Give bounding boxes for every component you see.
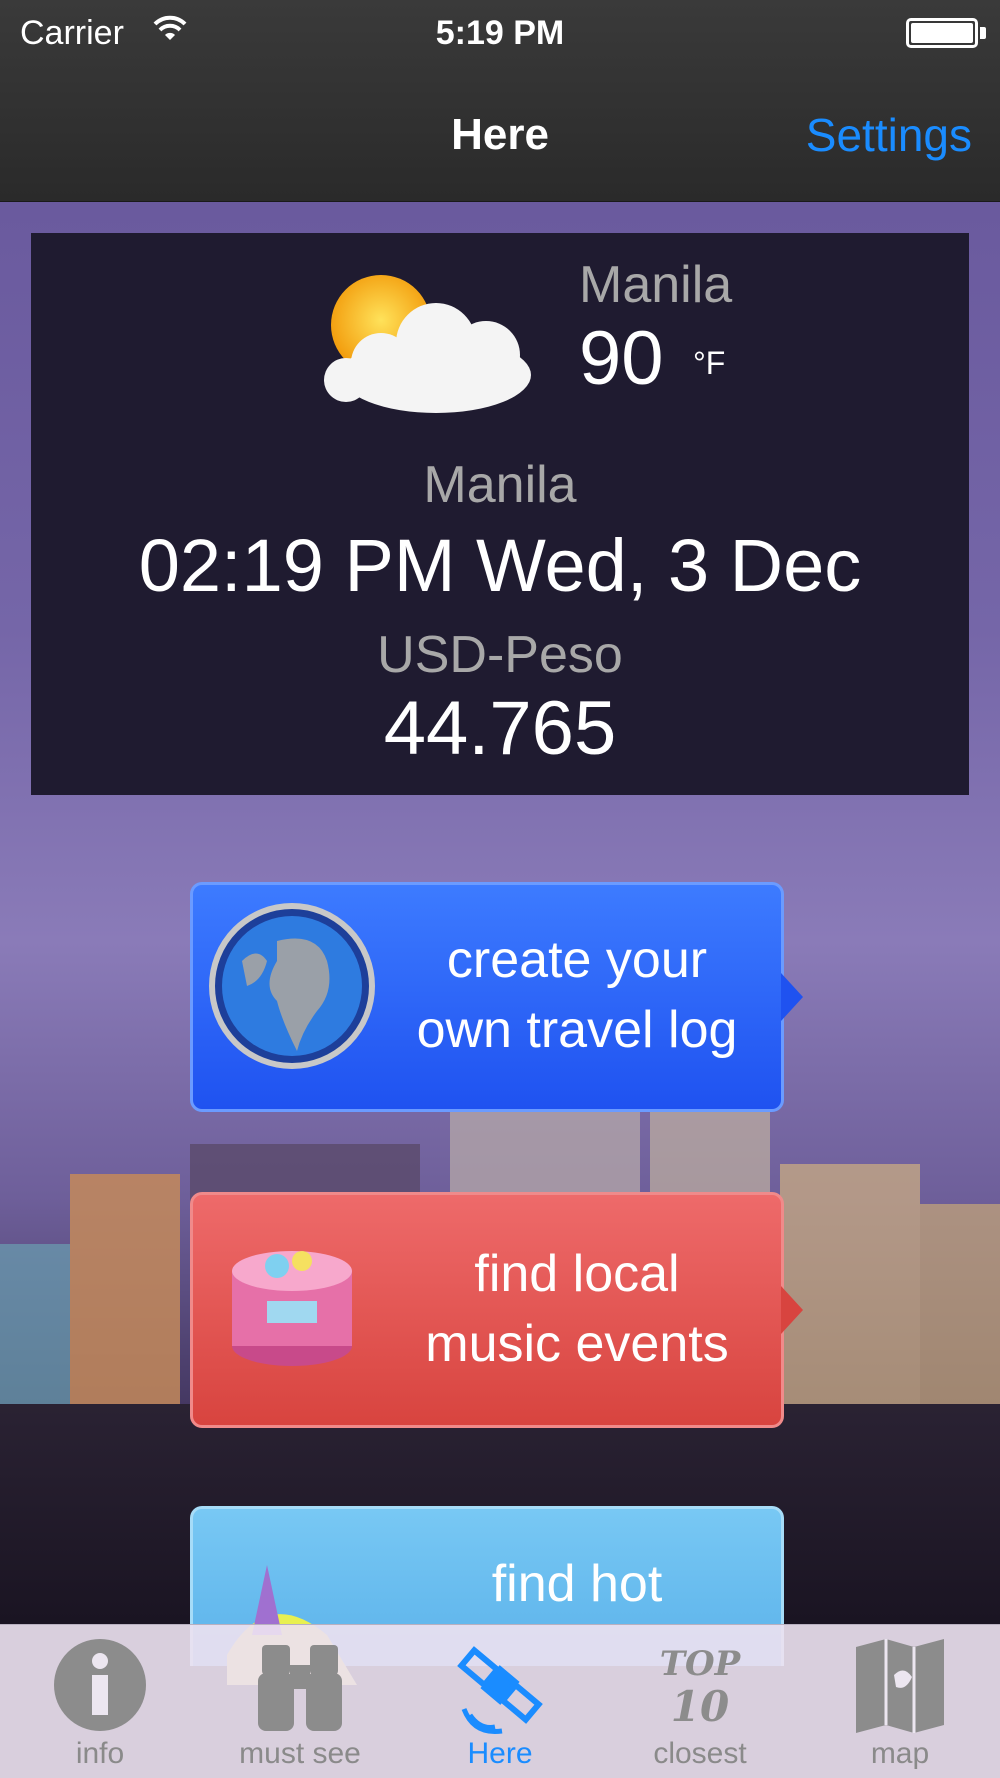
tab-label: map (870, 1737, 930, 1770)
svg-text:TOP: TOP (660, 1644, 742, 1684)
weather-city: Manila (579, 256, 733, 314)
satellite-icon (457, 1646, 543, 1735)
tab-here[interactable]: Here (400, 1625, 600, 1778)
tab-map[interactable]: map (800, 1625, 1000, 1778)
tab-label: closest (653, 1737, 747, 1770)
partly-cloudy-icon (324, 275, 531, 413)
map-icon (856, 1639, 944, 1733)
status-bar: Carrier 5:19 PM (0, 0, 1000, 68)
time-city: Manila (423, 456, 577, 514)
music-events-label: find local music events (425, 1245, 729, 1373)
info-icon (54, 1639, 146, 1731)
tab-label: info (75, 1737, 125, 1770)
currency-rate: 44.765 (383, 686, 617, 771)
temperature-value: 90 (579, 316, 664, 401)
binoculars-icon (258, 1645, 342, 1731)
tab-must-see[interactable]: must see (200, 1625, 400, 1778)
svg-text:10: 10 (671, 1682, 729, 1731)
tab-info[interactable]: info (0, 1625, 200, 1778)
top-10-icon: TOP 10 (660, 1644, 742, 1731)
tab-label: Here (467, 1737, 533, 1770)
travel-log-label: create your own travel log (416, 931, 738, 1059)
navigation-bar: Carrier 5:19 PM Here Settings (0, 0, 1000, 202)
tab-label: must see (239, 1737, 361, 1770)
status-clock: 5:19 PM (435, 14, 565, 52)
travel-log-button[interactable]: create your own travel log (190, 882, 803, 1112)
music-box-icon (232, 1251, 352, 1366)
find-hot-label: find hot (491, 1555, 663, 1613)
local-datetime: 02:19 PM Wed, 3 Dec (138, 524, 862, 607)
settings-button[interactable]: Settings (806, 108, 972, 162)
music-events-button[interactable]: find local music events (190, 1192, 803, 1428)
tab-bar: info must see Here TOP 10 closest map (0, 1624, 1000, 1778)
globe-icon (209, 903, 375, 1069)
currency-label: USD-Peso (377, 626, 623, 684)
battery-icon (906, 18, 978, 48)
temperature-unit: °F (693, 345, 726, 381)
tab-closest[interactable]: TOP 10 closest (600, 1625, 800, 1778)
info-card: Manila 90 °F Manila 02:19 PM Wed, 3 Dec … (31, 233, 969, 795)
